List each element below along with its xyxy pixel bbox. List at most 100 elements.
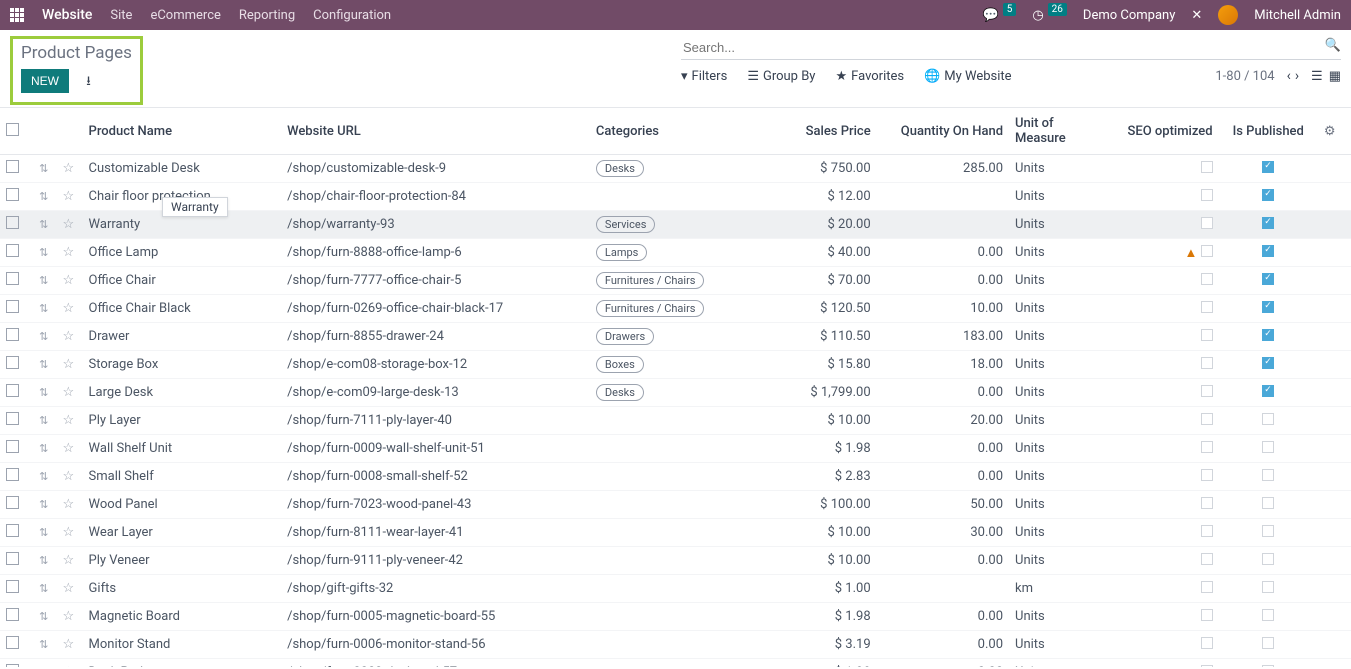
- cell-qty[interactable]: [877, 211, 1009, 239]
- cell-price[interactable]: $ 1.98: [766, 603, 876, 631]
- row-checkbox[interactable]: [6, 580, 19, 593]
- groupby-dropdown[interactable]: ☰Group By: [747, 69, 815, 84]
- cell-uom[interactable]: Units: [1009, 267, 1108, 295]
- favorite-star[interactable]: ☆: [62, 609, 74, 624]
- column-options-icon[interactable]: ⚙: [1324, 124, 1336, 139]
- favorite-star[interactable]: ☆: [62, 273, 74, 288]
- seo-checkbox[interactable]: [1201, 665, 1213, 668]
- table-row[interactable]: ⇅☆Small Shelf/shop/furn-0008-small-shelf…: [0, 463, 1351, 491]
- cell-seo[interactable]: [1108, 183, 1218, 211]
- cell-category[interactable]: [590, 519, 766, 547]
- search-icon[interactable]: 🔍: [1325, 38, 1341, 53]
- cell-published[interactable]: [1219, 407, 1318, 435]
- col-url[interactable]: Website URL: [281, 108, 590, 155]
- cell-seo[interactable]: [1108, 155, 1218, 183]
- cell-published[interactable]: [1219, 463, 1318, 491]
- cell-published[interactable]: [1219, 239, 1318, 267]
- cell-published[interactable]: [1219, 575, 1318, 603]
- favorite-star[interactable]: ☆: [62, 329, 74, 344]
- cell-qty[interactable]: 0.00: [877, 547, 1009, 575]
- cell-name[interactable]: Wall Shelf Unit: [83, 435, 282, 463]
- seo-checkbox[interactable]: [1201, 469, 1213, 481]
- table-row[interactable]: ⇅☆Customizable Desk/shop/customizable-de…: [0, 155, 1351, 183]
- cell-qty[interactable]: [877, 575, 1009, 603]
- drag-handle[interactable]: ⇅: [39, 302, 48, 315]
- seo-checkbox[interactable]: [1201, 637, 1213, 649]
- cell-name[interactable]: Magnetic Board: [83, 603, 282, 631]
- row-checkbox[interactable]: [6, 608, 19, 621]
- cell-seo[interactable]: [1108, 491, 1218, 519]
- cell-published[interactable]: [1219, 631, 1318, 659]
- cell-name[interactable]: Small Shelf: [83, 463, 282, 491]
- cell-price[interactable]: $ 10.00: [766, 519, 876, 547]
- row-checkbox[interactable]: [6, 524, 19, 537]
- cell-seo[interactable]: [1108, 659, 1218, 668]
- cell-qty[interactable]: 20.00: [877, 407, 1009, 435]
- cell-category[interactable]: Furnitures / Chairs: [590, 295, 766, 323]
- cell-price[interactable]: $ 40.00: [766, 239, 876, 267]
- cell-category[interactable]: Desks: [590, 155, 766, 183]
- drag-handle[interactable]: ⇅: [39, 442, 48, 455]
- tools-icon[interactable]: ✕: [1191, 8, 1202, 23]
- cell-qty[interactable]: 0.00: [877, 631, 1009, 659]
- cell-published[interactable]: [1219, 351, 1318, 379]
- cell-uom[interactable]: Units: [1009, 463, 1108, 491]
- cell-name[interactable]: Gifts: [83, 575, 282, 603]
- table-row[interactable]: ⇅☆Magnetic Board/shop/furn-0005-magnetic…: [0, 603, 1351, 631]
- seo-checkbox[interactable]: [1201, 413, 1213, 425]
- cell-uom[interactable]: Units: [1009, 211, 1108, 239]
- row-checkbox[interactable]: [6, 160, 19, 173]
- seo-checkbox[interactable]: [1201, 553, 1213, 565]
- table-row[interactable]: ⇅☆Gifts/shop/gift-gifts-32$ 1.00km: [0, 575, 1351, 603]
- seo-checkbox[interactable]: [1201, 273, 1213, 285]
- cell-url[interactable]: /shop/furn-0002-desk-pad-57: [281, 659, 590, 668]
- drag-handle[interactable]: ⇅: [39, 414, 48, 427]
- cell-qty[interactable]: 183.00: [877, 323, 1009, 351]
- cell-url[interactable]: /shop/furn-0006-monitor-stand-56: [281, 631, 590, 659]
- cell-price[interactable]: $ 3.19: [766, 631, 876, 659]
- published-checkbox[interactable]: [1262, 581, 1274, 593]
- favorite-star[interactable]: ☆: [62, 525, 74, 540]
- row-checkbox[interactable]: [6, 300, 19, 313]
- cell-qty[interactable]: 0.00: [877, 267, 1009, 295]
- cell-price[interactable]: $ 12.00: [766, 183, 876, 211]
- col-price[interactable]: Sales Price: [766, 108, 876, 155]
- cell-url[interactable]: /shop/furn-8855-drawer-24: [281, 323, 590, 351]
- table-row[interactable]: ⇅☆Drawer/shop/furn-8855-drawer-24Drawers…: [0, 323, 1351, 351]
- cell-price[interactable]: $ 750.00: [766, 155, 876, 183]
- cell-seo[interactable]: [1108, 351, 1218, 379]
- drag-handle[interactable]: ⇅: [39, 470, 48, 483]
- cell-price[interactable]: $ 2.83: [766, 463, 876, 491]
- menu-site[interactable]: Site: [110, 8, 132, 23]
- cell-category[interactable]: [590, 659, 766, 668]
- cell-seo[interactable]: [1108, 575, 1218, 603]
- cell-seo[interactable]: [1108, 631, 1218, 659]
- cell-url[interactable]: /shop/chair-floor-protection-84: [281, 183, 590, 211]
- cell-seo[interactable]: [1108, 323, 1218, 351]
- favorite-star[interactable]: ☆: [62, 553, 74, 568]
- cell-uom[interactable]: Units: [1009, 435, 1108, 463]
- cell-name[interactable]: Office Chair Black: [83, 295, 282, 323]
- favorite-star[interactable]: ☆: [62, 665, 74, 667]
- cell-category[interactable]: [590, 575, 766, 603]
- row-checkbox[interactable]: [6, 468, 19, 481]
- drag-handle[interactable]: ⇅: [39, 386, 48, 399]
- cell-url[interactable]: /shop/furn-0269-office-chair-black-17: [281, 295, 590, 323]
- row-checkbox[interactable]: [6, 244, 19, 257]
- cell-uom[interactable]: Units: [1009, 295, 1108, 323]
- cell-seo[interactable]: [1108, 547, 1218, 575]
- seo-checkbox[interactable]: [1201, 217, 1213, 229]
- drag-handle[interactable]: ⇅: [39, 554, 48, 567]
- table-row[interactable]: ⇅☆Wall Shelf Unit/shop/furn-0009-wall-sh…: [0, 435, 1351, 463]
- row-checkbox[interactable]: [6, 384, 19, 397]
- seo-checkbox[interactable]: [1201, 581, 1213, 593]
- cell-price[interactable]: $ 100.00: [766, 491, 876, 519]
- drag-handle[interactable]: ⇅: [39, 498, 48, 511]
- cell-url[interactable]: /shop/furn-8111-wear-layer-41: [281, 519, 590, 547]
- cell-price[interactable]: $ 1.98: [766, 659, 876, 668]
- published-checkbox[interactable]: [1262, 273, 1274, 285]
- cell-url[interactable]: /shop/customizable-desk-9: [281, 155, 590, 183]
- cell-category[interactable]: [590, 547, 766, 575]
- drag-handle[interactable]: ⇅: [39, 162, 48, 175]
- cell-published[interactable]: [1219, 211, 1318, 239]
